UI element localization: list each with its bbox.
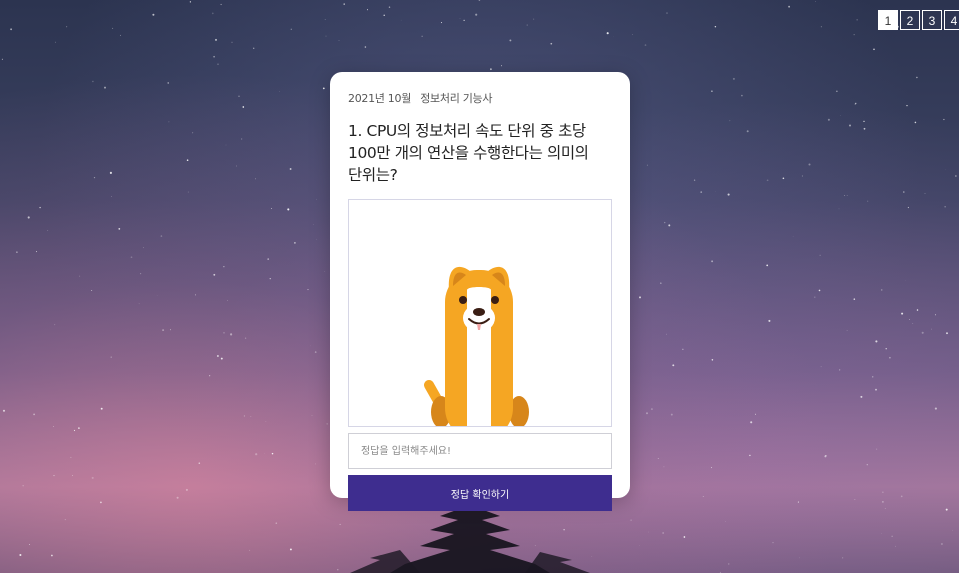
question-text: 1. CPU의 정보처리 속도 단위 중 초당 100만 개의 연산을 수행한다…: [348, 122, 589, 184]
answer-input[interactable]: [348, 433, 612, 469]
page-button-3[interactable]: 3: [922, 10, 942, 30]
exam-name: 정보처리 기능사: [420, 92, 493, 105]
page-button-1[interactable]: 1: [878, 10, 898, 30]
dog-illustration-icon: [424, 266, 529, 426]
check-answer-button[interactable]: 정답 확인하기: [348, 475, 612, 511]
exam-date: 2021년 10월: [348, 92, 412, 105]
page-button-4[interactable]: 4: [944, 10, 959, 30]
question-pagination: 1 2 3 4: [878, 10, 959, 30]
quiz-card: 2021년 10월 정보처리 기능사 1. CPU의 정보처리 속도 단위 중 …: [330, 72, 630, 511]
question-image: [348, 199, 612, 427]
exam-info: 2021년 10월 정보처리 기능사: [348, 90, 612, 106]
page-button-2[interactable]: 2: [900, 10, 920, 30]
